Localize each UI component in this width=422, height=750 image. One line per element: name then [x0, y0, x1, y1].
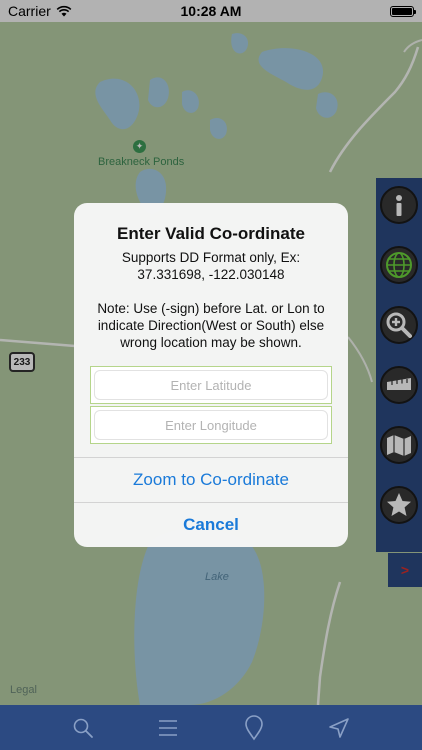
- coordinate-dialog: Enter Valid Co-ordinate Supports DD Form…: [74, 203, 348, 547]
- latitude-field-wrap: [90, 366, 332, 404]
- cancel-button[interactable]: Cancel: [74, 502, 348, 547]
- tab-menu[interactable]: [153, 713, 183, 743]
- location-pin-icon: [244, 714, 263, 740]
- format-example: 37.331698, -122.030148: [137, 267, 285, 282]
- tab-navigate[interactable]: [324, 713, 354, 743]
- note-line-1: Note: Use (-sign) before Lat. or Lon to: [97, 301, 325, 316]
- format-hint: Supports DD Format only, Ex:: [121, 250, 301, 265]
- tab-search[interactable]: [68, 713, 98, 743]
- zoom-to-coordinate-button[interactable]: Zoom to Co-ordinate: [74, 457, 348, 502]
- search-icon: [73, 718, 93, 738]
- dialog-title: Enter Valid Co-ordinate: [117, 224, 305, 243]
- menu-icon: [159, 719, 178, 736]
- longitude-field-wrap: [90, 406, 332, 444]
- longitude-input[interactable]: [94, 410, 328, 440]
- dialog-message: Supports DD Format only, Ex: 37.331698, …: [74, 249, 348, 351]
- latitude-input[interactable]: [94, 370, 328, 400]
- bottom-tab-bar: [0, 705, 422, 750]
- navigation-arrow-icon: [329, 717, 350, 738]
- note-line-3: wrong location may be shown.: [120, 335, 302, 350]
- note-line-2: indicate Direction(West or South) else: [97, 318, 325, 333]
- tab-places[interactable]: [239, 713, 269, 743]
